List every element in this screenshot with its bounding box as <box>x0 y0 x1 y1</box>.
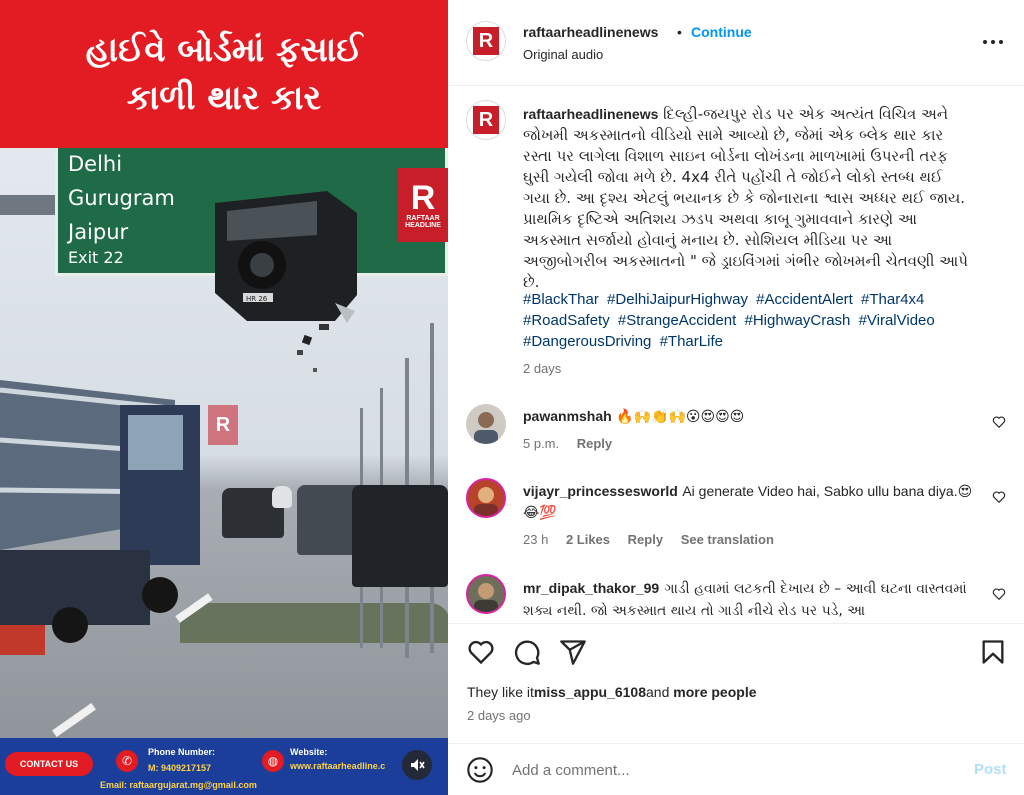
likes-prefix: They like it <box>467 684 534 700</box>
road-car <box>272 486 292 508</box>
more-options-button[interactable] <box>978 30 1008 54</box>
contact-us-badge: CONTACT US <box>5 752 93 776</box>
website-value: www.raftaarheadline.c <box>290 761 386 771</box>
caption-avatar[interactable]: R <box>466 100 506 140</box>
post-comment-button[interactable]: Post <box>974 761 1007 778</box>
comment-text: 🔥🙌👏🙌😮😍😍😍 <box>616 408 745 424</box>
user-avatar-icon <box>474 412 498 444</box>
hashtag[interactable]: #ViralVideo <box>859 312 935 329</box>
see-translation-button[interactable]: See translation <box>681 532 774 547</box>
comment-time[interactable]: 23 h <box>523 532 548 547</box>
like-comment-heart-icon[interactable] <box>992 587 1006 601</box>
commenter-avatar[interactable] <box>466 574 506 614</box>
phone-value: M: 9409217157 <box>148 763 212 773</box>
comment-username[interactable]: pawanmshah <box>523 408 612 424</box>
phone-icon: ✆ <box>116 750 138 772</box>
video-footer: CONTACT US ✆ Phone Number: M: 9409217157… <box>0 738 448 795</box>
avatar-logo: R <box>473 27 499 55</box>
mute-button[interactable] <box>402 750 432 780</box>
likes-and: and <box>646 684 670 700</box>
likes-more[interactable]: more people <box>673 684 756 700</box>
hashtag[interactable]: #RoadSafety <box>523 312 610 329</box>
bookmark-icon[interactable] <box>979 638 1007 666</box>
lane-marking <box>52 702 96 738</box>
commenter-avatar[interactable] <box>466 404 506 444</box>
sign-destination: Delhi <box>68 152 123 176</box>
header-separator: • <box>677 24 682 40</box>
likes-summary: They like itmiss_appu_6108and more peopl… <box>467 684 757 700</box>
user-avatar-icon <box>474 487 498 516</box>
hashtag[interactable]: #HighwayCrash <box>745 312 851 329</box>
sign-destination: Jaipur <box>68 220 129 244</box>
author-username[interactable]: raftaarheadlinenews <box>523 24 658 40</box>
hashtag[interactable]: #DelhiJaipurHighway <box>607 291 748 308</box>
car-carrier-truck <box>0 380 200 655</box>
comment-meta: 5 p.m. Reply <box>523 436 612 451</box>
comment-likes[interactable]: 2 Likes <box>566 532 610 547</box>
emoji-icon[interactable] <box>466 756 494 784</box>
post-caption: raftaarheadlinenews દિલ્હી-જયપુર રોડ પર … <box>523 104 973 293</box>
commenter-avatar[interactable] <box>466 478 506 518</box>
post-actions: They like itmiss_appu_6108and more peopl… <box>448 623 1024 743</box>
like-comment-heart-icon[interactable] <box>992 490 1006 504</box>
hashtag[interactable]: #BlackThar <box>523 291 599 308</box>
hashtag-list: #BlackThar #DelhiJaipurHighway #Accident… <box>523 289 973 352</box>
reply-button[interactable]: Reply <box>628 532 663 547</box>
banner-line-1: હાઈવે બોર્ડમાં ફસાઈ <box>85 30 363 70</box>
user-avatar-icon <box>474 583 498 612</box>
likes-user[interactable]: miss_appu_6108 <box>534 684 646 700</box>
sign-destination: Gurugram <box>68 186 175 210</box>
email-text: Email: raftaargujarat.mg@gmail.com <box>100 780 257 790</box>
caption-text: દિલ્હી-જયપુર રોડ પર એક અત્યંત વિચિત્ર અન… <box>523 105 968 291</box>
logo-word: RAFTAAR <box>406 215 440 222</box>
comment-input[interactable] <box>512 758 952 782</box>
sign-gantry <box>0 195 60 215</box>
comments-list[interactable]: R raftaarheadlinenews દિલ્હી-જયપુર રોડ પ… <box>448 86 1024 623</box>
share-icon[interactable] <box>559 638 587 666</box>
comment-item: pawanmshah 🔥🙌👏🙌😮😍😍😍 <box>523 406 973 427</box>
heart-icon[interactable] <box>467 638 495 666</box>
hashtag[interactable]: #StrangeAccident <box>618 312 736 329</box>
audio-label[interactable]: Original audio <box>523 47 603 62</box>
hashtag[interactable]: #Thar4x4 <box>861 291 924 308</box>
author-avatar[interactable]: R <box>466 21 506 61</box>
hashtag[interactable]: #DangerousDriving <box>523 333 651 350</box>
reel-video[interactable]: હાઈવે બોર્ડમાં ફસાઈ કાળી થાર કાર Delhi G… <box>0 0 448 795</box>
avatar-logo: R <box>473 106 499 134</box>
more-horizontal-icon <box>983 40 1003 44</box>
hashtag[interactable]: #TharLife <box>660 333 723 350</box>
logo-letter: R <box>410 179 436 217</box>
comment-time[interactable]: 5 p.m. <box>523 436 559 451</box>
caption-time[interactable]: 2 days <box>523 361 561 376</box>
caption-username[interactable]: raftaarheadlinenews <box>523 106 658 122</box>
banner-line-2: કાળી થાર કાર <box>126 78 322 118</box>
like-comment-heart-icon[interactable] <box>992 415 1006 429</box>
post-date[interactable]: 2 days ago <box>467 708 531 723</box>
comment-meta: 23 h 2 Likes Reply See translation <box>523 532 774 547</box>
website-label: Website: <box>290 747 328 757</box>
post-panel: R raftaarheadlinenews • Continue Origina… <box>448 0 1024 795</box>
speaker-muted-icon <box>411 759 425 771</box>
phone-label: Phone Number: <box>148 747 216 757</box>
globe-icon: ◍ <box>262 750 284 772</box>
comment-item: mr_dipak_thakor_99 ગાડી હવામાં લટકતી દેખ… <box>523 578 973 622</box>
logo-watermark: R <box>208 405 238 445</box>
debris <box>297 324 329 372</box>
black-thar-car: HR 26 <box>215 191 357 323</box>
comment-icon[interactable] <box>513 638 541 666</box>
title-banner: હાઈવે બોર્ડમાં ફસાઈ કાળી થાર કાર <box>0 0 448 148</box>
sign-exit: Exit 22 <box>68 248 124 267</box>
comment-username[interactable]: mr_dipak_thakor_99 <box>523 580 659 596</box>
reply-button[interactable]: Reply <box>577 436 612 451</box>
comment-username[interactable]: vijayr_princessesworld <box>523 483 678 499</box>
continue-button[interactable]: Continue <box>691 24 752 40</box>
plate-text: HR 26 <box>246 295 268 303</box>
comment-item: vijayr_princessesworld Ai generate Video… <box>523 481 973 523</box>
raftaar-logo: R RAFTAAR HEADLINE <box>398 168 448 242</box>
add-comment-bar: Post <box>448 743 1024 795</box>
logo-word: HEADLINE <box>405 222 441 229</box>
road-car <box>352 485 448 587</box>
hashtag[interactable]: #AccidentAlert <box>756 291 853 308</box>
